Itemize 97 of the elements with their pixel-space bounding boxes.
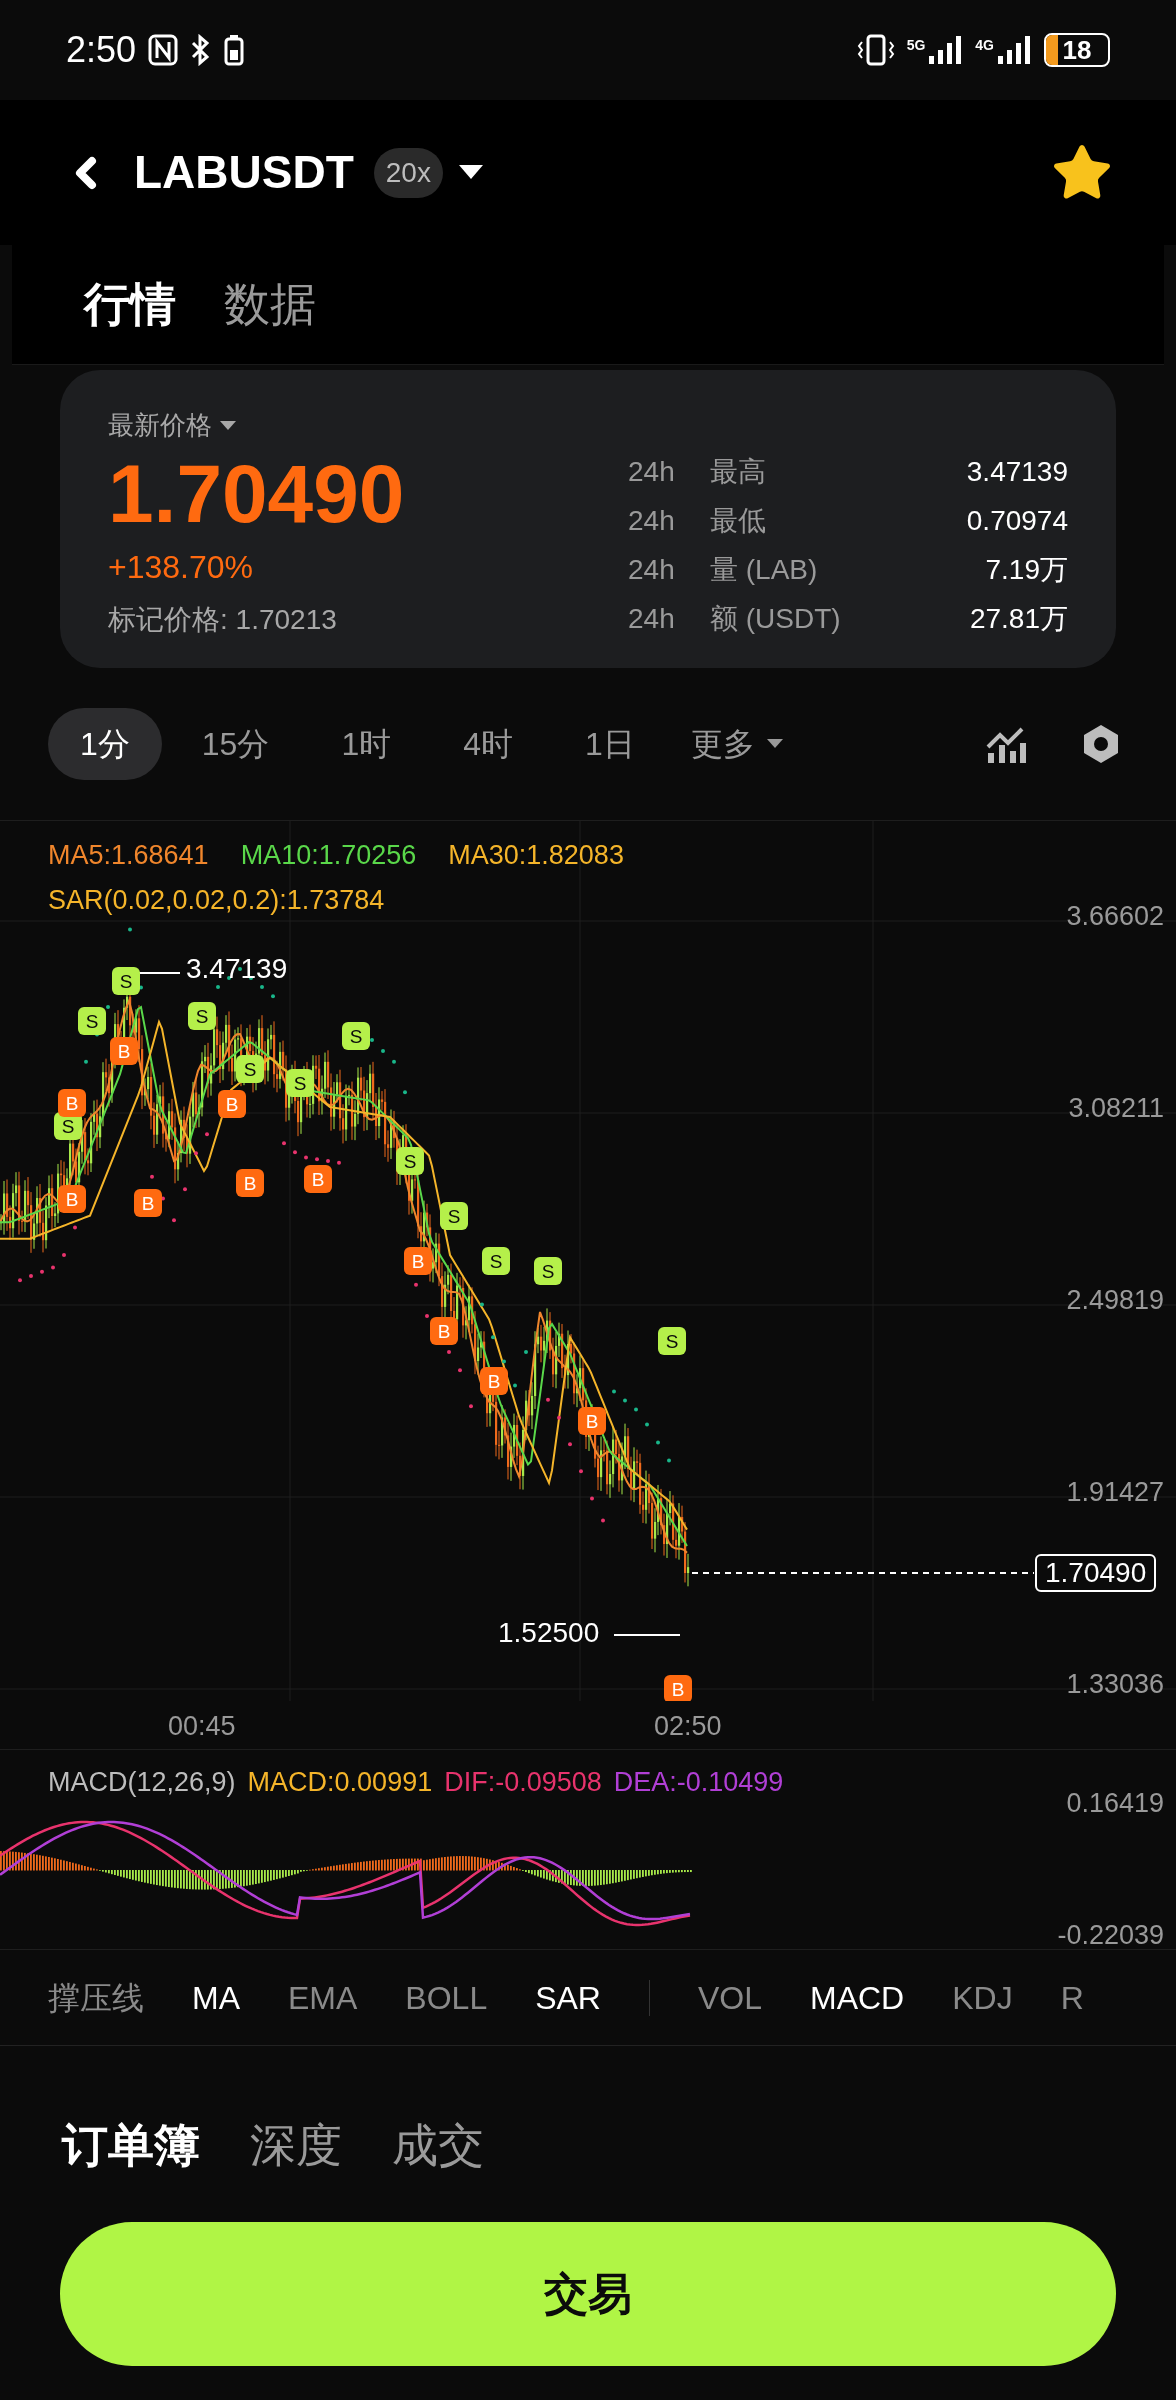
buy-marker: B [110, 1037, 138, 1065]
book-tab[interactable]: 订单簿 [62, 2111, 200, 2180]
signal-icon [929, 34, 964, 66]
macd-value: DIF:-0.09508 [444, 1766, 602, 1799]
stat-period: 24h [628, 602, 676, 636]
macd-value: MACD:0.00991 [247, 1766, 433, 1799]
timeframe-tab[interactable]: 15分 [169, 708, 302, 780]
leader-line [613, 1634, 681, 1636]
stat-label: 最低 [710, 504, 766, 538]
settings-icon[interactable] [1082, 724, 1120, 764]
buy-marker: B [236, 1169, 264, 1197]
sar-legend: SAR(0.02,0.02,0.2):1.73784 [48, 879, 624, 920]
timeframe-tab[interactable]: 1分 [48, 708, 162, 780]
indicator-tab[interactable]: KDJ [952, 1973, 1013, 2022]
buy-marker: B [58, 1185, 86, 1213]
symbol-title: LABUSDT [134, 145, 354, 200]
indicator-tab[interactable]: MA [192, 1973, 240, 2022]
buy-marker: B [430, 1317, 458, 1345]
indicator-tab[interactable]: R [1060, 1973, 1084, 2022]
ma-legend: MA5:1.68641 [48, 835, 209, 876]
price-axis-label: 3.08211 [1068, 1095, 1164, 1122]
mark-price: 标记价格: 1.70213 [108, 603, 338, 638]
last-price-tag: 1.70490 [1035, 1554, 1157, 1592]
stat-label: 最高 [710, 455, 766, 489]
sell-marker: S [534, 1257, 562, 1285]
nfc-icon [148, 34, 179, 66]
leverage-badge: 20x [373, 147, 443, 198]
stat-value: 0.70974 [966, 504, 1068, 538]
sell-marker: S [658, 1327, 686, 1355]
timeframe-tab[interactable]: 1日 [553, 708, 667, 780]
battery-indicator: 18 [1044, 33, 1110, 67]
stat-label: 额 (USDT) [710, 602, 841, 636]
time-axis-label: 00:45 [168, 1710, 236, 1743]
buy-marker: B [58, 1089, 86, 1117]
sell-marker: S [286, 1069, 314, 1097]
buy-marker: B [304, 1165, 332, 1193]
price-axis-label: 1.91427 [1066, 1479, 1164, 1506]
sell-marker: S [342, 1022, 370, 1050]
stat-value: 27.81万 [969, 602, 1068, 636]
buy-marker: B [664, 1675, 692, 1701]
price-change: +138.70% [108, 548, 254, 588]
network-label: 4G [975, 38, 994, 52]
indicator-tab[interactable]: EMA [288, 1973, 358, 2022]
indicator-tab[interactable]: SAR [535, 1973, 601, 2022]
vibrate-icon [856, 34, 895, 66]
battery-saver-icon [224, 34, 245, 66]
indicator-tab[interactable]: 撑压线 [48, 1973, 144, 2022]
sell-marker: S [236, 1055, 264, 1083]
trade-button[interactable]: 交易 [60, 2222, 1116, 2366]
sell-marker: S [112, 967, 140, 995]
book-tab[interactable]: 成交 [392, 2111, 484, 2180]
book-tab[interactable]: 深度 [250, 2111, 342, 2180]
sell-marker: S [188, 1002, 216, 1030]
high-price-label: 3.47139 [186, 955, 288, 983]
clock-time: 2:50 [66, 28, 137, 72]
price-axis-label: 2.49819 [1066, 1287, 1164, 1314]
price-axis-label: 3.66602 [1066, 903, 1164, 930]
stat-value: 3.47139 [966, 455, 1068, 489]
buy-marker: B [218, 1090, 246, 1118]
stat-value: 7.19万 [985, 553, 1068, 587]
stat-label: 量 (LAB) [710, 553, 818, 587]
macd-title: MACD(12,26,9) [48, 1766, 236, 1799]
indicator-chart-icon[interactable] [986, 725, 1026, 763]
timeframe-tab[interactable]: 4时 [431, 708, 545, 780]
macd-value: DEA:-0.10499 [613, 1766, 784, 1799]
last-price: 1.70490 [108, 449, 406, 540]
network-label: 5G [906, 38, 926, 52]
signal-icon [998, 34, 1032, 66]
sell-marker: S [396, 1147, 424, 1175]
indicator-tab[interactable]: VOL [697, 1973, 762, 2022]
time-axis-label: 02:50 [654, 1710, 722, 1743]
buy-marker: B [578, 1407, 606, 1435]
sell-marker: S [482, 1247, 510, 1275]
section-tab[interactable]: 行情 [84, 270, 176, 339]
stat-period: 24h [628, 553, 676, 587]
timeframe-tab[interactable]: 1时 [309, 708, 424, 780]
more-dropdown[interactable]: 更多 [690, 720, 783, 768]
sell-marker: S [78, 1007, 106, 1035]
macd-axis-label: 0.16419 [1066, 1790, 1164, 1817]
price-axis-label: 1.33036 [1066, 1671, 1164, 1698]
low-price-label: 1.52500 [498, 1619, 600, 1647]
sell-marker: S [440, 1202, 468, 1230]
caret-down-icon [766, 739, 783, 749]
buy-marker: B [480, 1367, 508, 1395]
stat-period: 24h [628, 455, 676, 489]
stat-period: 24h [628, 504, 676, 538]
indicator-tab[interactable]: BOLL [405, 1973, 488, 2022]
ma-legend: MA30:1.82083 [448, 835, 624, 876]
buy-marker: B [134, 1189, 162, 1217]
ma-legend: MA10:1.70256 [240, 835, 417, 876]
macd-axis-label: -0.22039 [1057, 1922, 1164, 1949]
section-tab[interactable]: 数据 [224, 270, 316, 339]
caret-down-icon[interactable] [458, 164, 483, 181]
buy-marker: B [404, 1247, 432, 1275]
indicator-tab[interactable]: MACD [810, 1973, 905, 2022]
caret-down-icon[interactable] [220, 420, 236, 431]
price-label: 最新价格 [108, 409, 212, 442]
